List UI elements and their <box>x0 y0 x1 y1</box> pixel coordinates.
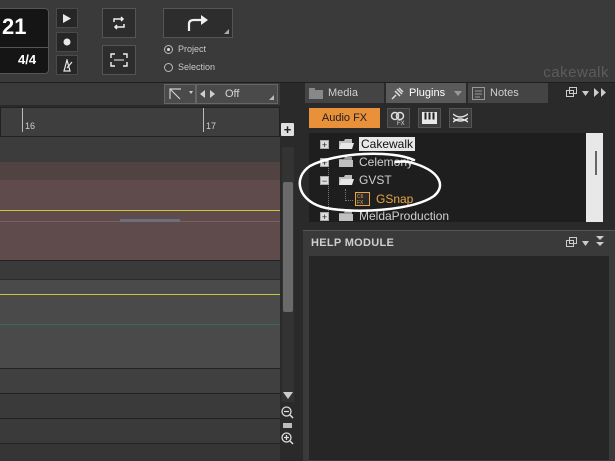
export-option-project[interactable]: Project <box>164 44 206 54</box>
chevron-down-icon[interactable] <box>582 241 589 246</box>
fit-window-icon <box>110 53 128 67</box>
tab-plugins[interactable]: Plugins <box>386 83 466 103</box>
zoom-in-icon[interactable] <box>281 432 294 445</box>
record-dot-icon <box>63 38 71 46</box>
ruler-tick-label: 17 <box>206 121 217 131</box>
ruler-tick <box>22 108 23 132</box>
scrollbar-thumb[interactable] <box>283 182 293 312</box>
chevron-down-icon <box>454 90 463 96</box>
snap-value: Off <box>225 88 240 100</box>
help-module-content <box>309 256 609 460</box>
folder-icon <box>309 87 323 99</box>
automation-line <box>0 324 280 325</box>
zoom-out-icon[interactable] <box>281 406 294 419</box>
wave-icon <box>453 112 468 123</box>
tab-notes[interactable]: Notes <box>468 83 548 103</box>
radio-project[interactable] <box>164 44 173 54</box>
track-lane <box>0 260 280 279</box>
ruler-tick <box>203 108 204 132</box>
help-module-title: HELP MODULE <box>311 237 395 249</box>
window-options-icon[interactable] <box>566 87 579 99</box>
time-signature[interactable]: 4/4 <box>18 52 36 67</box>
waveform-segment <box>120 219 180 222</box>
snap-arrows-icon <box>200 90 215 98</box>
zoom-slider[interactable] <box>283 423 292 428</box>
tab-label: Plugins <box>409 87 446 99</box>
envelope-line <box>0 294 280 295</box>
clip-header[interactable] <box>0 162 280 180</box>
export-option-label: Project <box>178 44 207 54</box>
add-track-button[interactable]: + <box>281 122 294 137</box>
tree-scrollbar[interactable] <box>586 133 603 222</box>
bar-number: 21 <box>2 14 27 39</box>
loop-icon <box>113 16 125 30</box>
collapse-panel-icon[interactable] <box>596 236 604 248</box>
snap-mode-button[interactable] <box>164 84 196 104</box>
tab-media[interactable]: Media <box>305 83 384 103</box>
metronome-button[interactable] <box>56 55 78 75</box>
window-options-icon[interactable] <box>566 237 579 249</box>
brand-logo: cakewalk <box>543 64 609 81</box>
metronome-icon <box>63 58 73 72</box>
dropdown-corner-icon <box>269 95 274 100</box>
control-bar <box>0 0 615 83</box>
plug-icon <box>391 86 404 100</box>
notes-icon <box>472 86 485 100</box>
annotation-circle <box>298 152 442 212</box>
track-lane[interactable] <box>0 280 280 368</box>
expand-right-icon[interactable] <box>594 88 607 97</box>
export-option-selection[interactable]: Selection <box>164 62 215 72</box>
tree-scrollbar-thumb[interactable] <box>595 151 597 175</box>
dropdown-corner-icon <box>224 29 229 34</box>
snap-icon <box>169 88 193 100</box>
play-icon <box>63 13 71 23</box>
audio-clip[interactable] <box>0 180 280 260</box>
track-lane-header <box>0 137 280 162</box>
display-divider <box>0 47 48 48</box>
ruler-tick-label: 16 <box>25 121 36 131</box>
fx-chain-icon: FX <box>390 111 405 126</box>
track-lane <box>0 418 280 443</box>
record-button[interactable] <box>56 32 78 52</box>
loop-button[interactable] <box>102 8 136 38</box>
export-button[interactable] <box>163 8 233 38</box>
play-button[interactable] <box>56 8 78 28</box>
export-arrow-icon <box>187 15 208 31</box>
timeline-ruler[interactable]: 16 17 <box>0 107 280 137</box>
svg-text:FX: FX <box>397 121 405 126</box>
tab-label: Notes <box>490 87 519 99</box>
instruments-button[interactable] <box>418 108 441 128</box>
tab-label: Media <box>328 87 358 99</box>
snap-value-dropdown[interactable]: Off <box>196 84 278 104</box>
scroll-down-icon[interactable] <box>283 392 293 400</box>
track-lane <box>0 393 280 418</box>
track-lane <box>0 368 280 393</box>
envelope-line <box>0 210 280 211</box>
audio-fx-button[interactable]: Audio FX <box>309 108 380 128</box>
midi-fx-button[interactable] <box>449 108 472 128</box>
fx-chain-button[interactable]: FX <box>387 108 410 128</box>
radio-selection[interactable] <box>164 62 173 72</box>
export-option-label: Selection <box>178 62 216 72</box>
track-lane <box>0 443 280 461</box>
keyboard-icon <box>422 112 437 124</box>
chevron-down-icon[interactable] <box>582 91 589 96</box>
fit-to-window-button[interactable] <box>102 45 136 75</box>
